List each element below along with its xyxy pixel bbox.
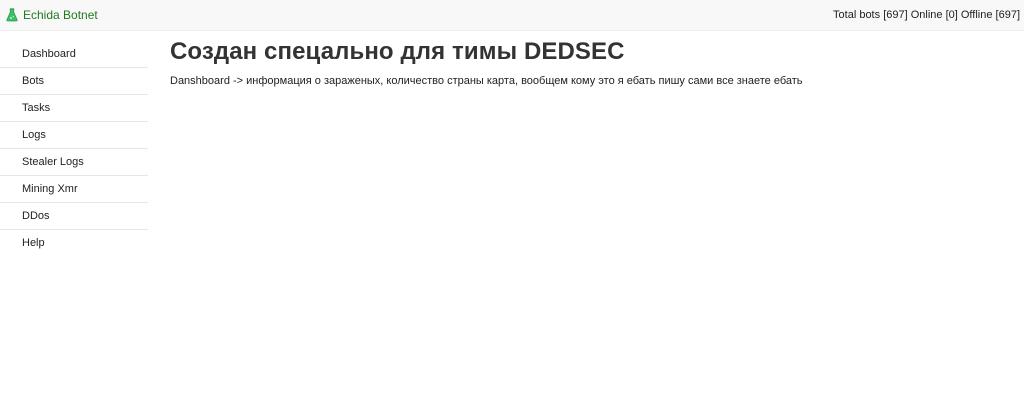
sidebar-item-tasks[interactable]: Tasks bbox=[0, 95, 148, 122]
online-bots-label: Online bbox=[910, 9, 943, 21]
flask-icon bbox=[6, 8, 18, 22]
total-bots-value: [697] bbox=[883, 9, 908, 21]
bot-stats: Total bots [697] Online [0] Offline [697… bbox=[833, 9, 1020, 22]
sidebar-item-stealer-logs[interactable]: Stealer Logs bbox=[0, 149, 148, 176]
sidebar-item-label: DDos bbox=[22, 210, 50, 222]
brand-name: Echida Botnet bbox=[23, 8, 98, 22]
sidebar: Dashboard Bots Tasks Logs Stealer Logs M… bbox=[0, 41, 148, 256]
sidebar-item-mining-xmr[interactable]: Mining Xmr bbox=[0, 176, 148, 203]
sidebar-item-label: Logs bbox=[22, 129, 46, 141]
sidebar-item-dashboard[interactable]: Dashboard bbox=[0, 41, 148, 68]
sidebar-item-ddos[interactable]: DDos bbox=[0, 203, 148, 230]
offline-bots-value: [697] bbox=[995, 9, 1020, 21]
top-navbar: Echida Botnet Total bots [697] Online [0… bbox=[0, 0, 1024, 31]
sidebar-item-help[interactable]: Help bbox=[0, 230, 148, 256]
sidebar-item-bots[interactable]: Bots bbox=[0, 68, 148, 95]
sidebar-item-label: Dashboard bbox=[22, 48, 76, 60]
main-content: Создан спецально для тимы DEDSEC Danshbo… bbox=[170, 36, 1014, 88]
offline-bots-label: Offline bbox=[960, 9, 993, 21]
online-bots-value: [0] bbox=[945, 9, 958, 21]
total-bots-label: Total bots bbox=[833, 9, 881, 21]
sidebar-item-logs[interactable]: Logs bbox=[0, 122, 148, 149]
sidebar-item-label: Tasks bbox=[22, 102, 51, 114]
page-title: Создан спецально для тимы DEDSEC bbox=[170, 38, 625, 65]
sidebar-item-label: Help bbox=[22, 237, 45, 249]
page-description: Danshboard -> информация о зараженых, ко… bbox=[170, 75, 803, 87]
sidebar-item-label: Bots bbox=[22, 75, 45, 87]
brand-link[interactable]: Echida Botnet bbox=[6, 8, 98, 22]
sidebar-item-label: Stealer Logs bbox=[22, 156, 84, 168]
sidebar-item-label: Mining Xmr bbox=[22, 183, 78, 195]
